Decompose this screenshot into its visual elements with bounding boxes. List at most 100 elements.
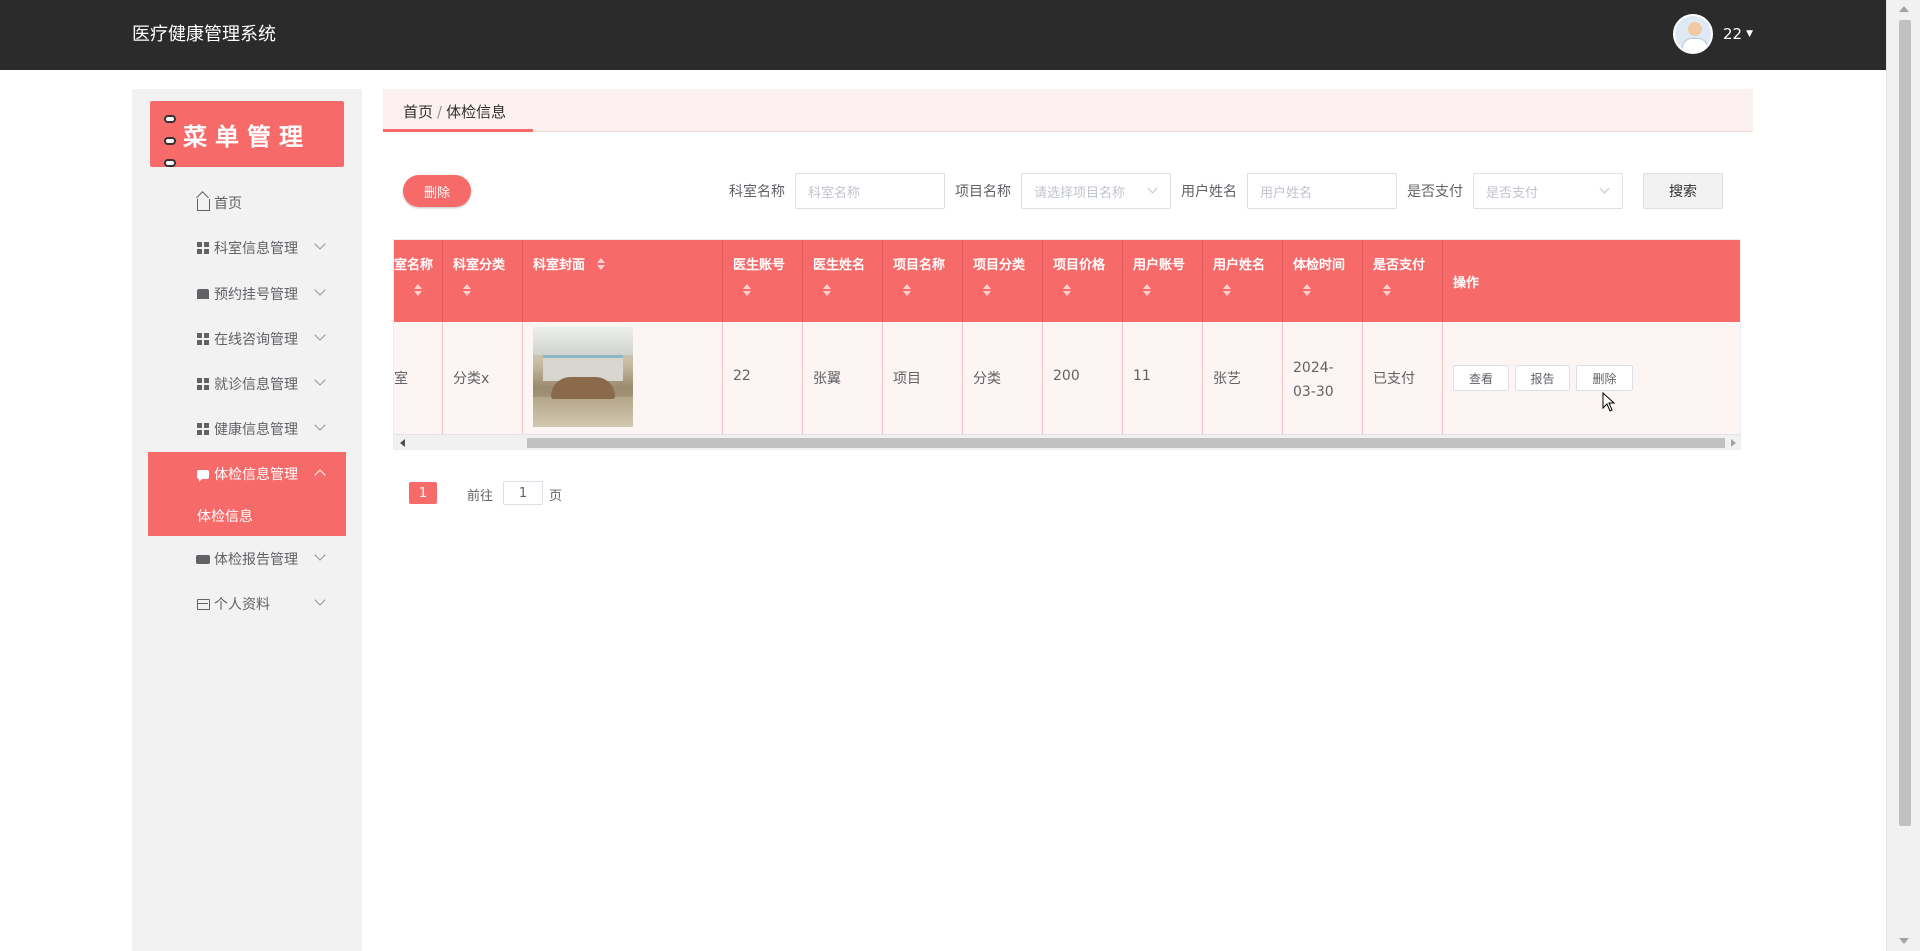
menu-banner: 菜单管理 — [150, 101, 344, 167]
sort-icon — [1143, 284, 1153, 298]
table-row: 室 分类x 22 张翼 项目 分类 200 11 张艺 2024-03-30 已… — [394, 322, 1740, 434]
scroll-down-icon[interactable] — [1899, 938, 1909, 944]
app-title: 医疗健康管理系统 — [132, 24, 276, 45]
grid-icon — [196, 332, 210, 346]
th-department-category[interactable]: 科室分类 — [443, 240, 523, 322]
grid-icon — [196, 377, 210, 391]
breadcrumb-home[interactable]: 首页 — [403, 103, 433, 121]
th-project-category[interactable]: 项目分类 — [963, 240, 1043, 322]
scroll-right-icon[interactable] — [1731, 439, 1736, 447]
th-department-cover[interactable]: 科室封面 — [523, 240, 723, 322]
notebook-rings-icon — [164, 115, 178, 175]
td-doctor-account: 22 — [723, 322, 803, 434]
report-button[interactable]: 报告 — [1515, 365, 1570, 391]
sidebar-item-consult[interactable]: 在线咨询管理 — [148, 317, 346, 361]
th-user-name[interactable]: 用户姓名 — [1203, 240, 1283, 322]
scrollbar-thumb[interactable] — [1899, 20, 1911, 826]
delete-row-button[interactable]: 删除 — [1576, 365, 1633, 391]
chevron-down-icon — [314, 549, 326, 561]
sidebar-item-visit[interactable]: 就诊信息管理 — [148, 362, 346, 406]
pagination-goto-input[interactable] — [503, 481, 543, 505]
pagination-page-1[interactable]: 1 — [409, 482, 437, 504]
chevron-up-icon — [314, 469, 326, 481]
th-doctor-account[interactable]: 医生账号 — [723, 240, 803, 322]
search-button[interactable]: 搜索 — [1643, 173, 1723, 209]
th-checkup-time[interactable]: 体检时间 — [1283, 240, 1363, 322]
sidebar-item-report[interactable]: 体检报告管理 — [148, 537, 346, 581]
th-actions: 操作 — [1453, 276, 1480, 291]
sidebar: 菜单管理 首页 科室信息管理 预约挂号管理 在线咨询管理 就诊信息管理 健康信息… — [132, 89, 362, 951]
view-button[interactable]: 查看 — [1453, 365, 1509, 391]
breadcrumb-underline — [383, 129, 533, 132]
main-content: 首页 / 体检信息 删除 科室名称 科室名称 项目名称 请选择项目名称 用户姓名 用… — [383, 89, 1753, 951]
sort-icon — [823, 284, 833, 298]
chevron-down-icon — [1147, 183, 1158, 194]
filter-label-department: 科室名称 — [729, 184, 785, 200]
grid-icon — [196, 422, 210, 436]
td-actions: 查看 报告 删除 — [1443, 322, 1740, 434]
sort-icon — [463, 284, 473, 298]
grid-icon — [196, 241, 210, 255]
sort-icon — [983, 284, 993, 298]
td-doctor-name: 张翼 — [803, 322, 883, 434]
pagination-goto-label: 前往 — [467, 489, 494, 504]
sort-icon — [1223, 284, 1233, 298]
td-checkup-time: 2024-03-30 — [1283, 322, 1363, 434]
user-menu[interactable]: 22 ▼ — [1673, 14, 1753, 54]
sidebar-item-appointment[interactable]: 预约挂号管理 — [148, 272, 346, 316]
sort-icon — [1063, 284, 1073, 298]
td-project-price: 200 — [1043, 322, 1123, 434]
user-name-input[interactable]: 用户姓名 — [1247, 173, 1397, 209]
home-icon — [196, 196, 210, 211]
pagination-goto-suffix: 页 — [549, 489, 563, 504]
td-department-name: 室 — [394, 322, 443, 434]
th-is-paid[interactable]: 是否支付 — [1363, 240, 1443, 322]
filter-label-user: 用户姓名 — [1181, 184, 1237, 200]
department-cover-image[interactable] — [533, 327, 633, 427]
filter-label-paid: 是否支付 — [1407, 184, 1463, 200]
sort-icon — [1303, 284, 1313, 298]
batch-delete-button[interactable]: 删除 — [403, 175, 471, 207]
chevron-down-icon — [314, 374, 326, 386]
td-user-name: 张艺 — [1203, 322, 1283, 434]
avatar[interactable] — [1673, 14, 1713, 54]
caret-down-icon[interactable]: ▼ — [1746, 29, 1753, 39]
th-department-name[interactable]: 室名称 — [394, 240, 443, 322]
sidebar-item-home[interactable]: 首页 — [148, 181, 346, 225]
sort-icon — [743, 284, 753, 298]
th-doctor-name[interactable]: 医生姓名 — [803, 240, 883, 322]
sidebar-item-profile[interactable]: 个人资料 — [148, 582, 346, 626]
scroll-left-icon[interactable] — [400, 439, 405, 447]
sort-icon — [597, 258, 607, 272]
card-icon — [196, 597, 210, 611]
td-department-cover — [523, 322, 723, 434]
th-project-name[interactable]: 项目名称 — [883, 240, 963, 322]
scrollbar-thumb[interactable] — [527, 438, 1725, 448]
checkup-table: 室名称 科室分类 科室封面 医生账号 医生姓名 项目名称 项目分类 项目价格 用… — [393, 239, 1741, 450]
sidebar-subitem-checkup-info[interactable]: 体检信息 — [148, 496, 346, 536]
is-paid-select[interactable]: 是否支付 — [1473, 173, 1623, 209]
th-user-account[interactable]: 用户账号 — [1123, 240, 1203, 322]
menu-banner-title: 菜单管理 — [183, 121, 311, 151]
table-horizontal-scrollbar[interactable] — [394, 434, 1740, 449]
th-project-price[interactable]: 项目价格 — [1043, 240, 1123, 322]
breadcrumb: 首页 / 体检信息 — [403, 103, 507, 121]
sidebar-item-health[interactable]: 健康信息管理 — [148, 407, 346, 451]
sidebar-item-checkup[interactable]: 体检信息管理 — [148, 452, 346, 496]
department-name-input[interactable]: 科室名称 — [795, 173, 945, 209]
breadcrumb-bar: 首页 / 体检信息 — [383, 89, 1753, 132]
td-project-name: 项目 — [883, 322, 963, 434]
page-scrollbar[interactable] — [1886, 0, 1920, 951]
user-name[interactable]: 22 — [1723, 25, 1742, 43]
chevron-down-icon — [314, 329, 326, 341]
table-header: 室名称 科室分类 科室封面 医生账号 医生姓名 项目名称 项目分类 项目价格 用… — [394, 240, 1740, 322]
sidebar-item-department[interactable]: 科室信息管理 — [148, 226, 346, 270]
sort-icon — [903, 284, 913, 298]
td-department-category: 分类x — [443, 322, 523, 434]
chat-icon — [196, 467, 210, 482]
register-icon — [196, 287, 210, 301]
sort-icon — [414, 284, 424, 298]
project-name-select[interactable]: 请选择项目名称 — [1021, 173, 1171, 209]
scroll-up-icon[interactable] — [1899, 6, 1909, 12]
chevron-down-icon — [314, 284, 326, 296]
